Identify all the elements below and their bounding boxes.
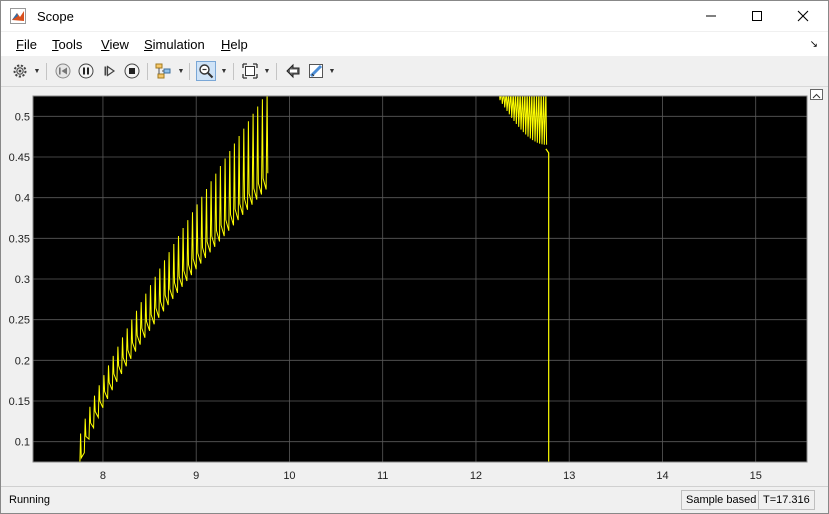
toolbar-separator: [233, 63, 234, 80]
pause-icon: [78, 63, 94, 79]
toolbar-separator: [147, 63, 148, 80]
y-tick-label: 0.4: [15, 193, 30, 205]
x-tick-label: 14: [656, 470, 668, 482]
x-tick-label: 15: [750, 470, 762, 482]
highlight-dropdown[interactable]: ▼: [328, 61, 336, 81]
y-tick-label: 0.5: [15, 111, 30, 123]
status-bar: Running Sample based T=17.316: [1, 486, 828, 513]
menu-view[interactable]: View: [101, 37, 129, 52]
menu-tools[interactable]: Tools: [52, 37, 82, 52]
step-forward-icon: [104, 65, 116, 77]
toolbar: ▼ ▼ ▼ ▼ ▼: [1, 57, 828, 87]
highlight-icon: [309, 64, 323, 78]
cursor-measure-icon: [286, 63, 300, 79]
zoom-in-icon: [199, 64, 214, 79]
simulation-time: T=17.316: [758, 490, 815, 510]
cursor-measure-button[interactable]: [283, 61, 303, 81]
window-title: Scope: [37, 9, 74, 24]
autoscale-button[interactable]: [240, 61, 260, 81]
step-forward-button[interactable]: [99, 61, 119, 81]
x-tick-label: 10: [283, 470, 295, 482]
stop-button[interactable]: [122, 61, 142, 81]
menu-bar: File Tools View Simulation Help ↘: [1, 32, 828, 56]
matlab-app-icon: [10, 8, 26, 24]
settings-dropdown[interactable]: ▼: [33, 61, 41, 81]
toolbar-separator: [189, 63, 190, 80]
simulation-status: Running: [9, 494, 50, 506]
x-tick-label: 9: [193, 470, 199, 482]
dock-arrow-icon[interactable]: ↘: [810, 39, 818, 50]
close-icon: [797, 10, 809, 22]
step-back-icon: [55, 63, 71, 79]
signal-config-button[interactable]: [154, 61, 174, 81]
y-tick-label: 0.2: [15, 355, 30, 367]
toolbar-separator: [276, 63, 277, 80]
minimize-icon: [706, 15, 716, 17]
x-tick-label: 11: [377, 470, 388, 482]
autoscale-icon: [242, 63, 258, 79]
stop-icon: [124, 63, 140, 79]
y-tick-label: 0.3: [15, 274, 30, 286]
y-tick-label: 0.45: [9, 152, 30, 164]
zoom-button[interactable]: [196, 61, 216, 81]
y-tick-label: 0.1: [15, 437, 30, 449]
maximize-button[interactable]: [734, 1, 780, 31]
scope-window: Scope File Tools View Simulation Help ↘ …: [0, 0, 829, 514]
x-tick-label: 8: [100, 470, 106, 482]
step-back-button[interactable]: [53, 61, 73, 81]
sample-mode-indicator: Sample based: [681, 490, 762, 510]
menu-simulation[interactable]: Simulation: [144, 37, 205, 52]
highlight-button[interactable]: [306, 61, 326, 81]
title-bar: Scope: [1, 1, 828, 31]
settings-button[interactable]: [10, 61, 30, 81]
autoscale-dropdown[interactable]: ▼: [263, 61, 271, 81]
y-tick-label: 0.35: [9, 233, 30, 245]
menu-file[interactable]: File: [16, 37, 37, 52]
zoom-dropdown[interactable]: ▼: [220, 61, 228, 81]
menu-help[interactable]: Help: [221, 37, 248, 52]
minimize-button[interactable]: [688, 1, 734, 31]
scope-chart[interactable]: 8 9 10 11 12 13 14 15 0.5 0.45 0.4 0.35 0.3 0.25 0.2 0.…: [1, 87, 828, 486]
signal-config-icon: [155, 63, 171, 79]
toolbar-separator: [46, 63, 47, 80]
x-tick-label: 12: [470, 470, 482, 482]
settings-icon: [13, 64, 27, 78]
close-button[interactable]: [780, 1, 826, 31]
plot-area: 8 9 10 11 12 13 14 15 0.5 0.45 0.4 0.35 0.3 0.25 0.2 0.…: [1, 87, 828, 486]
y-tick-label: 0.15: [9, 396, 30, 408]
maximize-icon: [752, 11, 762, 21]
x-tick-label: 13: [563, 470, 575, 482]
y-tick-label: 0.25: [9, 315, 30, 327]
pause-button[interactable]: [76, 61, 96, 81]
signal-config-dropdown[interactable]: ▼: [177, 61, 185, 81]
